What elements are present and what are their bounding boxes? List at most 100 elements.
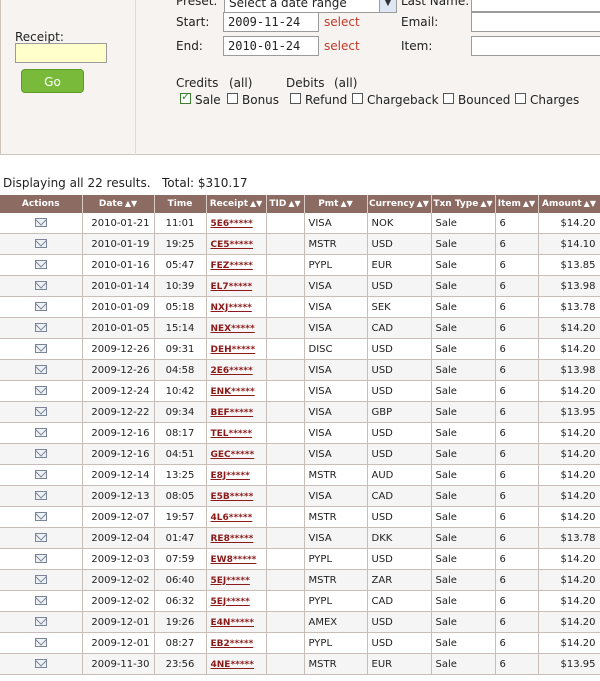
envelope-icon[interactable] [34, 638, 47, 647]
item-cell: 6 [495, 548, 539, 570]
pmt-cell: VISA [304, 317, 368, 339]
envelope-icon[interactable] [34, 575, 47, 584]
receipt-link[interactable]: EW8***** [211, 555, 257, 565]
envelope-icon[interactable] [34, 365, 47, 374]
envelope-icon[interactable] [34, 407, 47, 416]
receipt-link[interactable]: BEF***** [211, 408, 254, 418]
receipt-link[interactable]: 4NE***** [211, 660, 254, 670]
item-label: Item: [401, 39, 433, 53]
actions-cell [0, 632, 83, 654]
receipt-link[interactable]: E4N***** [211, 618, 254, 628]
receipt-link[interactable]: NEX***** [211, 324, 255, 334]
date-cell: 2010-01-05 [82, 317, 155, 339]
envelope-icon[interactable] [34, 554, 47, 563]
currency-cell: USD [367, 422, 432, 444]
end-date-input[interactable]: 2010-01-24 [223, 36, 319, 56]
start-select-link[interactable]: select [324, 15, 360, 29]
receipt-link[interactable]: 5EJ***** [211, 576, 250, 586]
start-date-input[interactable]: 2009-11-24 [223, 12, 319, 32]
col-currency[interactable]: Currency ▲▼ [367, 195, 432, 213]
txn-type-cell: Sale [431, 359, 496, 381]
go-button[interactable]: Go [21, 69, 84, 93]
receipt-link[interactable]: EB2***** [211, 639, 254, 649]
envelope-icon[interactable] [34, 323, 47, 332]
receipt-link[interactable]: 2E6***** [211, 366, 253, 376]
time-cell: 13:25 [154, 464, 207, 486]
table-row: 2010-01-16 05:47 FEZ***** PYPL EUR Sale 6 $13.8… [0, 254, 600, 276]
envelope-icon[interactable] [34, 491, 47, 500]
email-input[interactable] [471, 12, 600, 32]
amount-cell: $14.20 [538, 380, 600, 402]
bonus-checkbox[interactable] [227, 93, 238, 104]
receipt-link[interactable]: FEZ***** [211, 261, 253, 271]
bounced-checkbox[interactable] [443, 93, 454, 104]
tid-cell [266, 485, 305, 507]
item-cell: 6 [495, 527, 539, 549]
tid-cell [266, 527, 305, 549]
col-date[interactable]: Date ▲▼ [82, 195, 155, 213]
txn-type-cell: Sale [431, 569, 496, 591]
col-tid[interactable]: TID ▲▼ [266, 195, 305, 213]
col-amount[interactable]: Amount ▲▼ [538, 195, 600, 213]
envelope-icon[interactable] [34, 449, 47, 458]
receipt-link[interactable]: E5B***** [211, 492, 254, 502]
receipt-link[interactable]: DEH***** [211, 345, 256, 355]
item-cell: 6 [495, 569, 539, 591]
receipt-input[interactable] [15, 43, 107, 63]
receipt-link[interactable]: 5EJ***** [211, 597, 250, 607]
receipt-link[interactable]: E8J***** [211, 471, 250, 481]
envelope-icon[interactable] [34, 302, 47, 311]
time-cell: 08:27 [154, 632, 207, 654]
col-pmt[interactable]: Pmt ▲▼ [304, 195, 368, 213]
envelope-icon[interactable] [34, 533, 47, 542]
envelope-icon[interactable] [34, 239, 47, 248]
envelope-icon[interactable] [34, 281, 47, 290]
sale-checkbox[interactable] [180, 90, 191, 104]
envelope-icon[interactable] [34, 260, 47, 269]
chevron-down-icon[interactable]: ▼ [379, 0, 396, 12]
tid-cell [266, 464, 305, 486]
envelope-icon[interactable] [34, 386, 47, 395]
last-name-input[interactable] [471, 0, 600, 12]
envelope-icon[interactable] [34, 617, 47, 626]
receipt-link[interactable]: CE5***** [211, 240, 254, 250]
receipt-link[interactable]: TEL***** [211, 429, 253, 439]
receipt-cell: 5EJ***** [206, 569, 267, 591]
envelope-icon[interactable] [34, 344, 47, 353]
envelope-icon[interactable] [34, 512, 47, 521]
envelope-icon[interactable] [34, 218, 47, 227]
debits-all-link[interactable]: (all) [334, 76, 357, 90]
receipt-link[interactable]: ENK***** [211, 387, 255, 397]
txn-type-cell: Sale [431, 611, 496, 633]
table-row: 2009-11-30 23:56 4NE***** MSTR EUR Sale 6 $13.9… [0, 653, 600, 675]
time-cell: 10:39 [154, 275, 207, 297]
charges-checkbox[interactable] [515, 93, 526, 104]
credits-all-link[interactable]: (all) [229, 76, 252, 90]
envelope-icon[interactable] [34, 659, 47, 668]
item-input[interactable] [471, 36, 600, 56]
receipt-link[interactable]: NXJ***** [211, 303, 252, 313]
refund-checkbox[interactable] [290, 93, 301, 104]
receipt-link[interactable]: RE8***** [211, 534, 254, 544]
pmt-cell: VISA [304, 296, 368, 318]
receipt-link[interactable]: GEC***** [211, 450, 255, 460]
col-receipt[interactable]: Receipt ▲▼ [206, 195, 267, 213]
date-cell: 2009-12-16 [82, 422, 155, 444]
amount-cell: $13.98 [538, 359, 600, 381]
envelope-icon[interactable] [34, 596, 47, 605]
envelope-icon[interactable] [34, 470, 47, 479]
envelope-icon[interactable] [34, 428, 47, 437]
currency-cell: USD [367, 506, 432, 528]
receipt-link[interactable]: EL7***** [211, 282, 253, 292]
col-time[interactable]: Time [154, 195, 207, 213]
amount-cell: $13.85 [538, 254, 600, 276]
col-txn-type[interactable]: Txn Type ▲▼ [431, 195, 496, 213]
col-item[interactable]: Item ▲▼ [495, 195, 539, 213]
txn-type-cell: Sale [431, 380, 496, 402]
receipt-link[interactable]: 4L6***** [211, 513, 253, 523]
end-select-link[interactable]: select [324, 39, 360, 53]
chargeback-checkbox[interactable] [352, 93, 363, 104]
tid-cell [266, 275, 305, 297]
tid-cell [266, 213, 305, 234]
receipt-link[interactable]: 5E6***** [211, 219, 253, 229]
